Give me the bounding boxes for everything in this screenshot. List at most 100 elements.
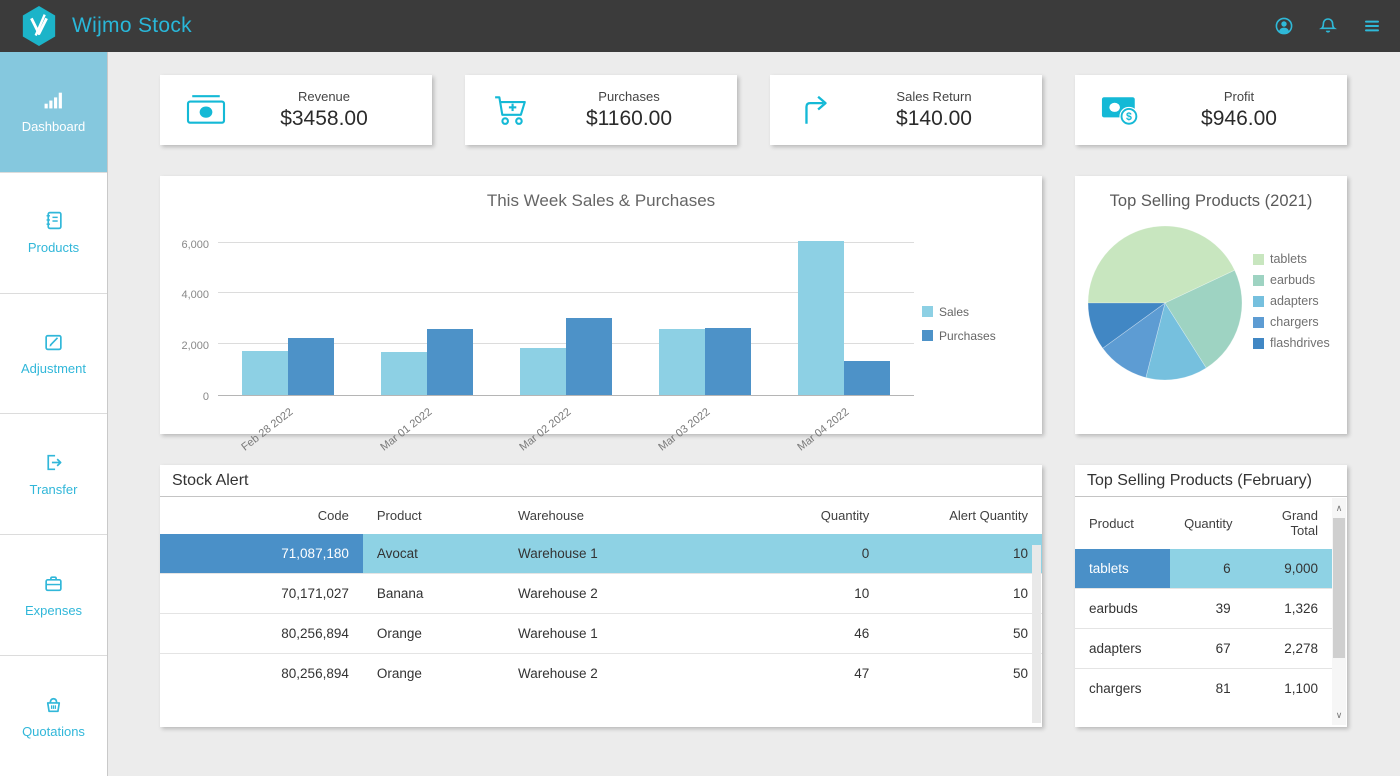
cart-plus-icon: [487, 92, 535, 128]
money-profit-icon: $: [1097, 92, 1145, 128]
column-header[interactable]: Quantity: [733, 497, 883, 534]
table-row[interactable]: 80,256,894OrangeWarehouse 14650: [160, 614, 1042, 654]
bar-purchases-3: [566, 318, 612, 395]
bar-sales-2: [381, 352, 427, 395]
table-cell: 47: [733, 654, 883, 694]
pie-chart: tabletsearbudsadapterschargersflashdrive…: [1075, 215, 1347, 387]
sidebar-item-label: Products: [28, 240, 79, 255]
legend-item-adapters: adapters: [1253, 294, 1339, 308]
legend-item-purchases: Purchases: [922, 329, 1032, 343]
table-cell: 81: [1170, 669, 1245, 709]
table-cell: 39: [1170, 589, 1245, 629]
table-cell: 2,278: [1245, 629, 1332, 669]
x-axis: Feb 28 2022Mar 01 2022Mar 02 2022Mar 03 …: [218, 396, 914, 476]
table-row[interactable]: 70,171,027BananaWarehouse 21010: [160, 574, 1042, 614]
table-cell: adapters: [1075, 629, 1170, 669]
sidebar-item-quotations[interactable]: Quotations: [0, 656, 107, 776]
column-header[interactable]: Quantity: [1170, 497, 1245, 549]
x-axis-label: Mar 01 2022: [378, 406, 434, 453]
svg-text:$: $: [1126, 111, 1132, 123]
y-axis-tick: 2,000: [181, 340, 209, 352]
scroll-up-button[interactable]: ∧: [1332, 500, 1346, 516]
sales-purchases-chart-panel: This Week Sales & Purchases 02,0004,0006…: [160, 176, 1042, 434]
table-cell: Avocat: [363, 534, 504, 574]
legend-swatch: [1253, 296, 1264, 307]
column-header[interactable]: Grand Total: [1245, 497, 1332, 549]
column-header[interactable]: Alert Quantity: [883, 497, 1042, 534]
table-row[interactable]: chargers811,100: [1075, 669, 1332, 709]
table-cell: 80,256,894: [160, 614, 363, 654]
table-cell: 50: [883, 614, 1042, 654]
card-value: $1160.00: [535, 107, 723, 131]
money-bill-icon: [182, 92, 230, 128]
card-value: $3458.00: [230, 107, 418, 131]
bell-icon[interactable]: [1318, 16, 1338, 36]
profit-card: $ Profit $946.00: [1075, 75, 1347, 145]
column-header[interactable]: Product: [363, 497, 504, 534]
legend-item-flashdrives: flashdrives: [1253, 336, 1339, 350]
bar-group: [775, 231, 914, 395]
stock-alert-title: Stock Alert: [160, 465, 1042, 497]
table-row[interactable]: adapters672,278: [1075, 629, 1332, 669]
table-cell: 1,100: [1245, 669, 1332, 709]
catalog-icon: [43, 210, 64, 231]
y-axis: 02,0004,0006,000: [166, 231, 218, 396]
user-circle-icon[interactable]: [1274, 16, 1294, 36]
sidebar: Dashboard Products Adjustment Transfer: [0, 52, 108, 776]
sidebar-item-products[interactable]: Products: [0, 173, 107, 294]
column-header[interactable]: Product: [1075, 497, 1170, 549]
chart-legend: Sales Purchases: [914, 231, 1032, 416]
bar-purchases-1: [288, 338, 334, 395]
return-arrow-icon: [792, 92, 840, 128]
legend-swatch: [1253, 254, 1264, 265]
legend-swatch: [1253, 275, 1264, 286]
sidebar-item-label: Dashboard: [22, 119, 86, 134]
card-value: $946.00: [1145, 107, 1333, 131]
sidebar-item-dashboard[interactable]: Dashboard: [0, 52, 107, 173]
legend-item-chargers: chargers: [1253, 315, 1339, 329]
table-cell: 10: [883, 534, 1042, 574]
sidebar-item-label: Transfer: [30, 482, 78, 497]
table-row[interactable]: 80,256,894OrangeWarehouse 24750: [160, 654, 1042, 694]
bar-sales-4: [659, 329, 705, 395]
sidebar-item-adjustment[interactable]: Adjustment: [0, 294, 107, 415]
table-cell: Warehouse 1: [504, 534, 733, 574]
top-selling-february-title: Top Selling Products (February): [1075, 465, 1347, 497]
stock-alert-scrollbar[interactable]: [1032, 545, 1041, 723]
table-row[interactable]: 71,087,180AvocatWarehouse 1010: [160, 534, 1042, 574]
sidebar-item-expenses[interactable]: Expenses: [0, 535, 107, 656]
table-row[interactable]: tablets69,000: [1075, 549, 1332, 589]
table-cell: 80,256,894: [160, 654, 363, 694]
pie: [1081, 215, 1253, 387]
table-cell: Banana: [363, 574, 504, 614]
table-cell: tablets: [1075, 549, 1170, 589]
legend-item-earbuds: earbuds: [1253, 273, 1339, 287]
table-cell: 46: [733, 614, 883, 654]
data-grid: CodeProductWarehouseQuantityAlert Quanti…: [160, 497, 1042, 693]
legend-swatch: [922, 306, 933, 317]
table-cell: 67: [1170, 629, 1245, 669]
header-row: CodeProductWarehouseQuantityAlert Quanti…: [160, 497, 1042, 534]
bar-group: [636, 231, 775, 395]
table-cell: 50: [883, 654, 1042, 694]
february-grid-scrollbar[interactable]: ∧ ∨: [1332, 498, 1346, 725]
y-axis-tick: 6,000: [181, 239, 209, 251]
scroll-down-button[interactable]: ∨: [1332, 707, 1346, 723]
menu-icon[interactable]: [1362, 16, 1382, 36]
column-header[interactable]: Code: [160, 497, 363, 534]
table-row[interactable]: earbuds391,326: [1075, 589, 1332, 629]
revenue-card: Revenue $3458.00: [160, 75, 432, 145]
card-label: Sales Return: [840, 89, 1028, 104]
card-label: Profit: [1145, 89, 1333, 104]
legend-item-sales: Sales: [922, 305, 1032, 319]
table-cell: 1,326: [1245, 589, 1332, 629]
table-cell: 9,000: [1245, 549, 1332, 589]
card-label: Purchases: [535, 89, 723, 104]
table-cell: 0: [733, 534, 883, 574]
scroll-thumb[interactable]: [1333, 518, 1345, 658]
card-label: Revenue: [230, 89, 418, 104]
sidebar-item-transfer[interactable]: Transfer: [0, 414, 107, 535]
table-cell: Warehouse 1: [504, 614, 733, 654]
x-axis-label: Mar 02 2022: [517, 406, 573, 453]
column-header[interactable]: Warehouse: [504, 497, 733, 534]
